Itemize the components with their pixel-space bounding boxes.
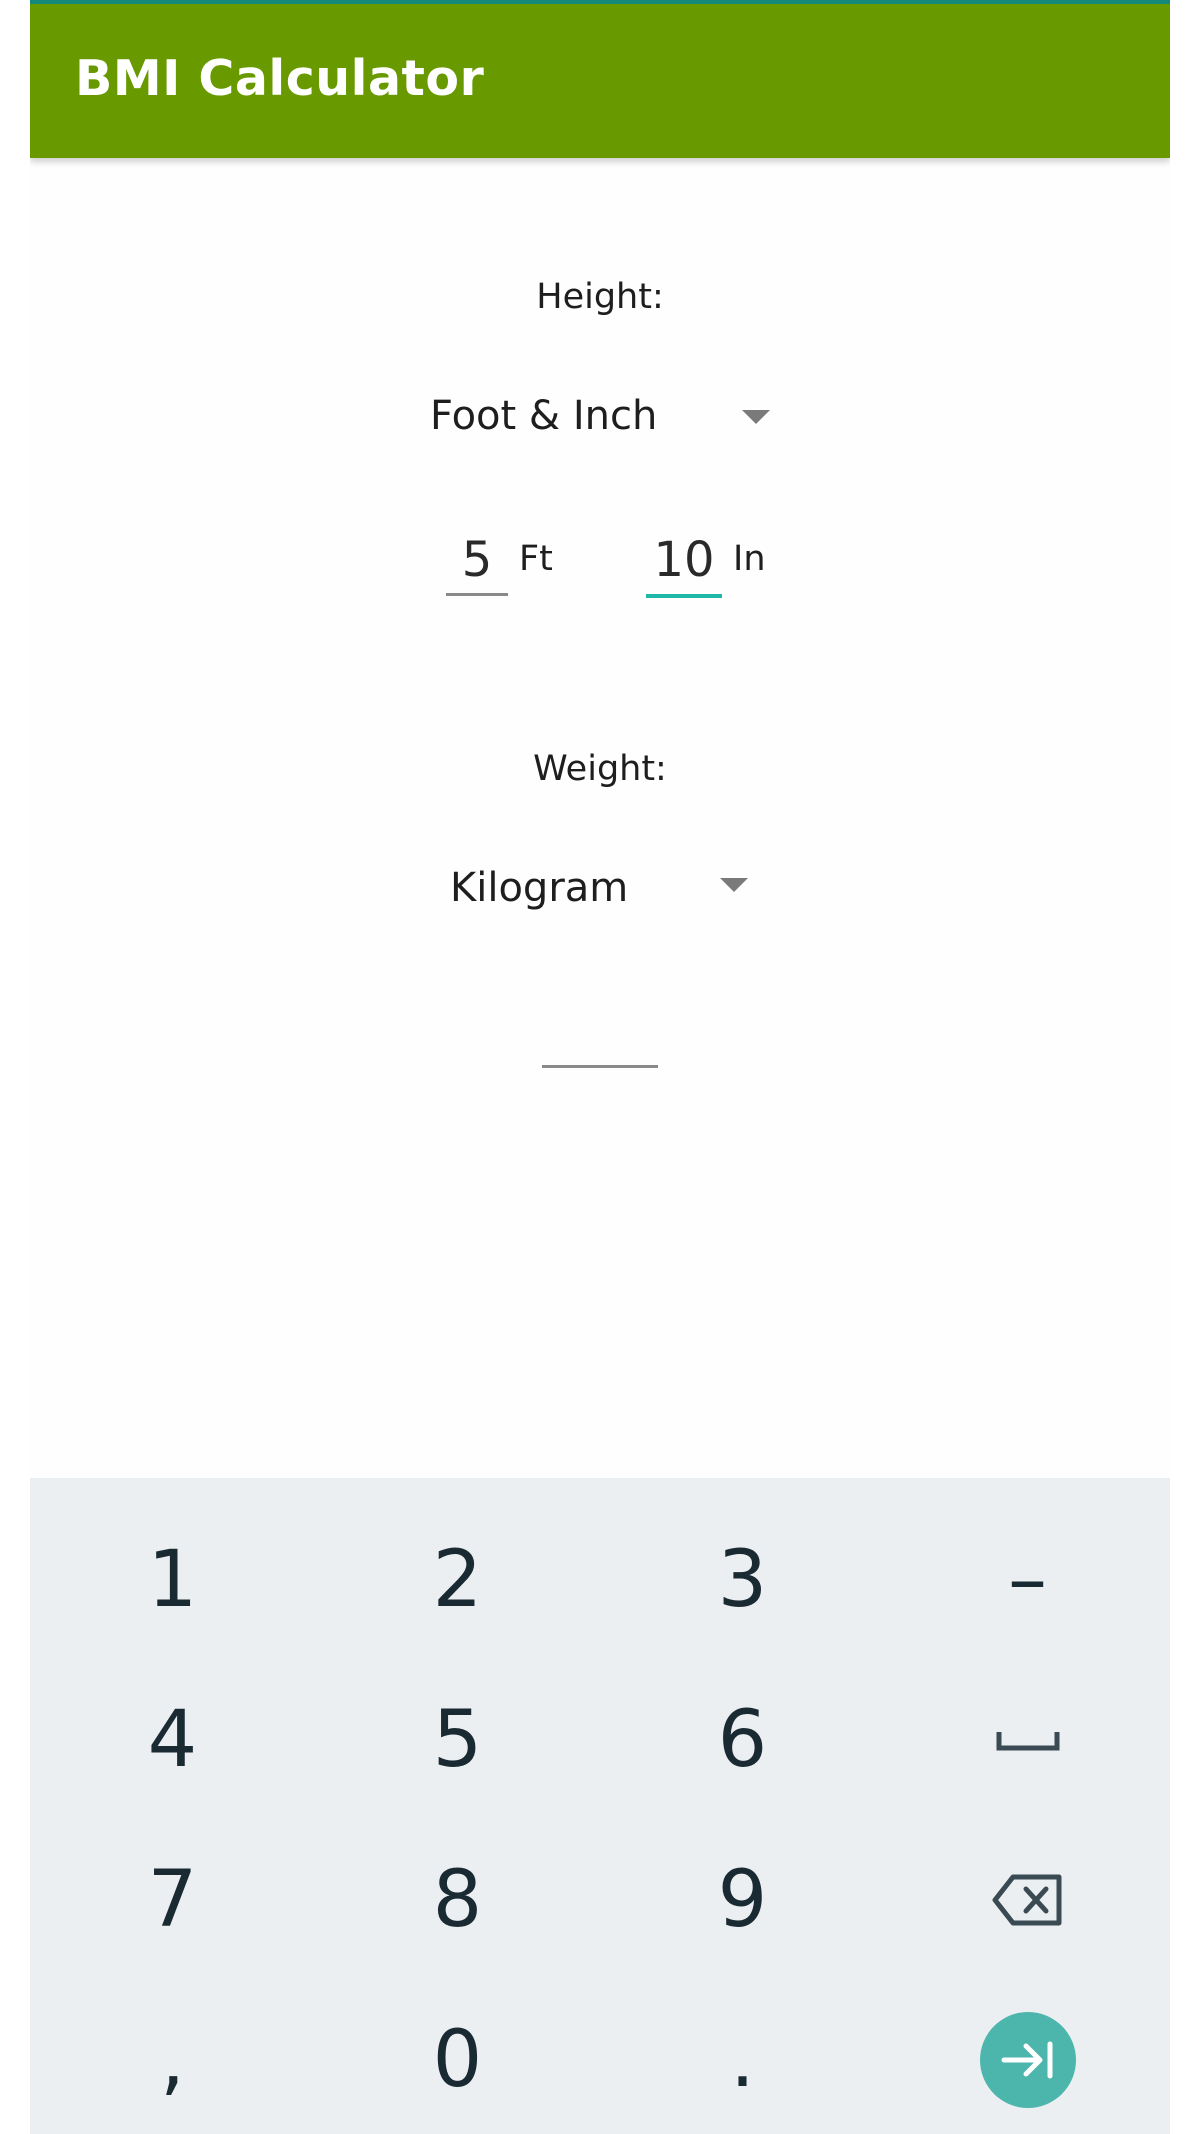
feet-input[interactable] [446, 526, 508, 596]
key-backspace[interactable] [885, 1820, 1170, 1980]
key-minus[interactable]: – [885, 1500, 1170, 1660]
space-icon [996, 1732, 1059, 1751]
form-content: Height: Foot & Inch Ft In Weight: Kilogr… [30, 158, 1170, 1478]
weight-unit-selected: Kilogram [450, 865, 629, 911]
key-4[interactable]: 4 [30, 1660, 315, 1820]
weight-input[interactable] [542, 998, 658, 1068]
key-3[interactable]: 3 [600, 1500, 885, 1660]
height-label: Height: [536, 277, 664, 317]
weight-unit-spinner[interactable]: Kilogram [450, 858, 760, 918]
height-unit-selected: Foot & Inch [430, 393, 658, 439]
key-comma[interactable]: , [30, 1980, 315, 2134]
next-field-icon [1001, 2041, 1052, 2079]
dropdown-arrow-icon [742, 410, 770, 424]
key-2[interactable]: 2 [315, 1500, 600, 1660]
backspace-icon [992, 1874, 1061, 1926]
key-1[interactable]: 1 [30, 1500, 315, 1660]
app-screen: BMI Calculator Height: Foot & Inch Ft In… [30, 0, 1170, 2134]
app-title: BMI Calculator [75, 50, 485, 107]
key-7[interactable]: 7 [30, 1820, 315, 1980]
dropdown-arrow-icon [720, 878, 748, 892]
inches-unit-label: In [733, 539, 766, 579]
next-button[interactable] [979, 2012, 1076, 2108]
key-next[interactable] [885, 1980, 1170, 2134]
key-0[interactable]: 0 [315, 1980, 600, 2134]
inches-input[interactable] [646, 526, 722, 598]
app-bar: BMI Calculator [30, 0, 1170, 158]
weight-label: Weight: [533, 749, 667, 789]
height-unit-spinner[interactable]: Foot & Inch [430, 386, 775, 446]
key-5[interactable]: 5 [315, 1660, 600, 1820]
feet-unit-label: Ft [519, 539, 553, 579]
key-period[interactable]: . [600, 1980, 885, 2134]
numeric-keyboard: 1 2 3 – 4 5 6 7 8 9 , 0 . [30, 1478, 1170, 2134]
key-6[interactable]: 6 [600, 1660, 885, 1820]
key-8[interactable]: 8 [315, 1820, 600, 1980]
key-space[interactable] [885, 1660, 1170, 1820]
key-9[interactable]: 9 [600, 1820, 885, 1980]
